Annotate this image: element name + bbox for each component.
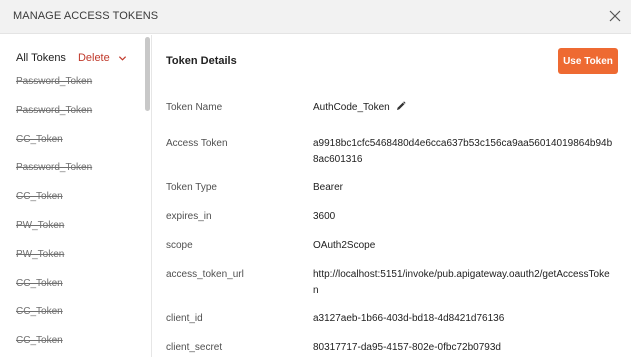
detail-value: 3600 (313, 211, 336, 222)
token-item[interactable]: CC_Token (16, 335, 136, 357)
token-item[interactable]: PW_Token (16, 249, 136, 278)
detail-key: client_id (166, 313, 203, 324)
delete-button[interactable]: Delete (78, 52, 110, 64)
detail-value: AuthCode_Token (313, 100, 613, 116)
detail-value: http://localhost:5151/invoke/pub.apigate… (313, 269, 610, 296)
detail-key: expires_in (166, 211, 212, 222)
sidebar-header: All Tokens Delete (16, 52, 127, 64)
token-name-value: AuthCode_Token (313, 102, 390, 113)
token-item[interactable]: PW_Token (16, 220, 136, 249)
sidebar-scrollbar[interactable] (145, 37, 150, 111)
detail-value: a9918bc1cfc5468480d4e6cca637b53c156ca9aa… (313, 138, 613, 165)
close-icon[interactable] (609, 10, 621, 22)
detail-key: access_token_url (166, 269, 244, 280)
detail-value: 80317717-da95-4157-802e-0fbc72b0793d (313, 342, 501, 353)
detail-key: scope (166, 240, 193, 251)
detail-value: OAuth2Scope (313, 240, 376, 251)
detail-key: Token Name (166, 102, 223, 113)
token-item[interactable]: CC_Token (16, 278, 136, 307)
manage-access-tokens-dialog: MANAGE ACCESS TOKENS All Tokens Delete P… (0, 0, 631, 357)
token-sidebar: All Tokens Delete Password_Token Passwor… (0, 35, 152, 357)
all-tokens-label: All Tokens (16, 52, 66, 64)
dialog-title: MANAGE ACCESS TOKENS (13, 10, 159, 22)
pencil-icon[interactable] (396, 101, 406, 111)
token-item[interactable]: CC_Token (16, 134, 136, 163)
detail-value: a3127aeb-1b66-403d-bd18-4d8421d76136 (313, 313, 505, 324)
token-item[interactable]: CC_Token (16, 306, 136, 335)
dialog-header: MANAGE ACCESS TOKENS (0, 0, 631, 34)
detail-key: Token Type (166, 182, 217, 193)
detail-key: Access Token (166, 138, 228, 149)
chevron-down-icon[interactable] (118, 54, 127, 63)
use-token-button[interactable]: Use Token (558, 48, 618, 74)
token-item[interactable]: Password_Token (16, 76, 136, 105)
detail-value: Bearer (313, 182, 344, 193)
token-details-title: Token Details (166, 55, 237, 67)
token-item[interactable]: Password_Token (16, 162, 136, 191)
token-item[interactable]: Password_Token (16, 105, 136, 134)
token-list: Password_Token Password_Token CC_Token P… (16, 76, 136, 357)
token-item[interactable]: CC_Token (16, 191, 136, 220)
detail-key: client_secret (166, 342, 223, 353)
token-details-panel: Token Details Use Token Token Name AuthC… (153, 35, 631, 357)
